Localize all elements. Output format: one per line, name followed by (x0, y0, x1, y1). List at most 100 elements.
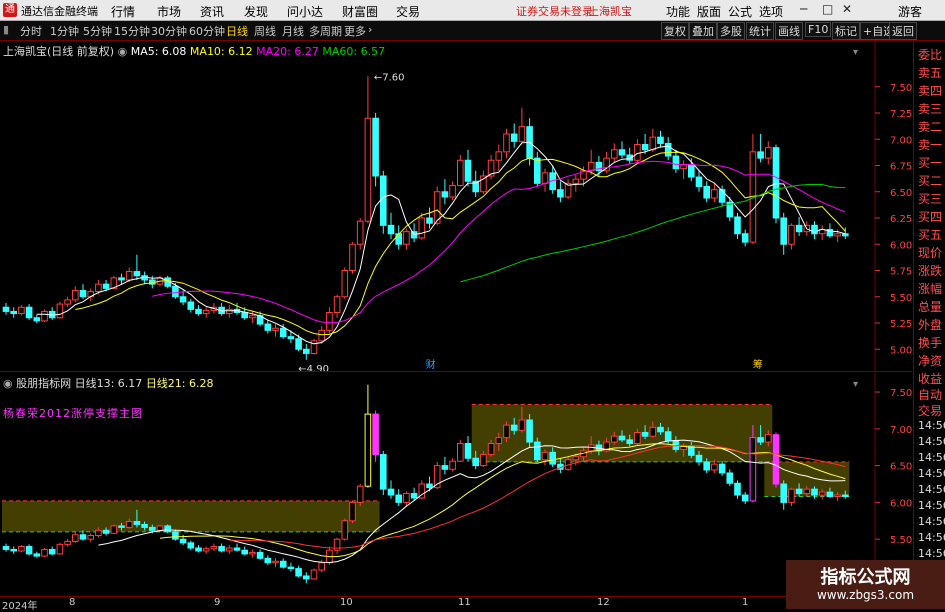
sub-legend: ◉ 股朋指标网 日线13: 6.17 日线21: 6.28 (3, 375, 214, 391)
menu-banmian[interactable]: 版面 (697, 3, 721, 20)
main-kline-chart[interactable]: 7.50 7.25 7.00 6.75 6.50 6.25 6.00 5.75 5.50 5.25… (0, 41, 912, 375)
menu-hangqing[interactable]: 行情 (111, 3, 135, 20)
period-weekly[interactable]: 周线 (254, 23, 276, 39)
side-quote-label[interactable]: 涨幅 (918, 280, 945, 297)
candle-body (95, 283, 102, 292)
maximize-icon[interactable]: □ (822, 2, 833, 16)
side-quote-label[interactable]: 买二 (918, 172, 945, 189)
tool-diejia[interactable]: 叠加 (689, 22, 717, 40)
period-1min[interactable]: 1分钟 (50, 23, 79, 39)
tool-biaoji[interactable]: 标记 (832, 22, 860, 40)
side-quote-label[interactable]: 卖二 (918, 118, 945, 135)
side-trade-time: 14:56 (918, 467, 945, 480)
side-quote-label[interactable]: 委比 (918, 46, 945, 63)
period-30min[interactable]: 30分钟 (151, 23, 187, 39)
legend-toggle-icon[interactable]: ◉ (118, 45, 128, 58)
period-60min[interactable]: 60分钟 (189, 23, 225, 39)
menu-caifuquan[interactable]: 财富圈 (342, 3, 378, 20)
menu-zixun[interactable]: 资讯 (200, 3, 224, 20)
candle-body (110, 525, 118, 534)
date-oct: 10 (340, 597, 353, 608)
side-trade-time: 14:56 (918, 499, 945, 512)
candle-body (795, 488, 803, 495)
user-guest[interactable]: 游客 (898, 3, 922, 20)
candle-body (410, 493, 418, 499)
legend-ma5: MA5: 6.08 (130, 45, 187, 58)
candle-body (718, 189, 726, 203)
side-quote-label[interactable]: 换手 (918, 334, 945, 351)
tool-huaxian[interactable]: 画线 (775, 22, 803, 40)
axis-tick-label: 7.00 (890, 425, 912, 436)
side-quote-label[interactable]: 现价 (918, 244, 945, 261)
side-quote-label[interactable]: 卖四 (918, 82, 945, 99)
period-daily[interactable]: 日线 (226, 23, 248, 39)
candle-body (672, 155, 680, 170)
side-quote-label[interactable]: 收益 (918, 370, 945, 387)
side-quote-label[interactable]: 外盘 (918, 316, 945, 333)
tool-back[interactable]: 返回 (889, 22, 917, 40)
axis-tick-label: 6.25 (890, 214, 912, 225)
more-chevron-icon[interactable]: › (368, 23, 372, 36)
candle-body (649, 136, 657, 151)
side-quote-label[interactable]: 卖五 (918, 64, 945, 81)
menu-gongshi[interactable]: 公式 (728, 3, 752, 20)
menu-shichang[interactable]: 市场 (157, 3, 181, 20)
period-more[interactable]: 更多 (344, 23, 366, 39)
side-quote-label[interactable]: 净资 (918, 352, 945, 369)
side-auto-trade-label[interactable]: 自动 (918, 386, 945, 403)
candle-body (657, 426, 664, 433)
chip-marker: 筹 (753, 358, 763, 371)
tool-tongji[interactable]: 统计 (746, 22, 774, 40)
app-logo-icon: 通 (3, 3, 17, 17)
candle-body (495, 151, 503, 161)
menu-gongneng[interactable]: 功能 (666, 3, 690, 20)
menu-jiaoyi[interactable]: 交易 (396, 3, 420, 20)
side-auto-trade-label[interactable]: 交易 (918, 402, 945, 419)
period-multi[interactable]: 多周期 (309, 23, 342, 39)
candle-body (33, 553, 41, 557)
side-quote-label[interactable]: 买三 (918, 190, 945, 207)
period-fenshi[interactable]: 分时 (20, 23, 42, 39)
close-icon[interactable]: ✕ (842, 2, 852, 16)
side-quote-label[interactable]: 买四 (918, 208, 945, 225)
candle-body (503, 133, 510, 153)
period-monthly[interactable]: 月线 (282, 23, 304, 39)
candle-body (333, 296, 341, 313)
period-5min[interactable]: 5分钟 (83, 23, 112, 39)
menu-faxian[interactable]: 发现 (244, 3, 268, 20)
candle-body (2, 306, 10, 312)
side-quote-label[interactable]: 买一 (918, 154, 945, 171)
candle-body (664, 431, 672, 442)
main-kline-panel[interactable]: 7.50 7.25 7.00 6.75 6.50 6.25 6.00 5.75 5.50 5.25… (0, 41, 912, 375)
notice-stock-name[interactable]: 上海凯宝 (588, 3, 632, 19)
tool-fuquan[interactable]: 复权 (661, 22, 689, 40)
axis-tick-label: 6.00 (890, 240, 912, 251)
minimize-icon[interactable]: ─ (800, 2, 807, 16)
side-quote-label[interactable]: 卖三 (918, 100, 945, 117)
candle-body (541, 451, 549, 461)
menu-xuanxiang[interactable]: 选项 (759, 3, 783, 20)
candle-body (172, 285, 179, 298)
indicator-author-label: 杨春荣2012涨停支撑主图 (3, 407, 143, 420)
trade-login-notice[interactable]: 证券交易未登录 (516, 3, 593, 19)
menu-wenxiaoda[interactable]: 问小达 (287, 3, 323, 20)
period-15min[interactable]: 15分钟 (114, 23, 150, 39)
date-2024: 2024年 (2, 601, 38, 612)
candle-body (41, 310, 48, 322)
tool-duogu[interactable]: 多股 (717, 22, 745, 40)
side-quote-label[interactable]: 总量 (918, 298, 945, 315)
candle-body (33, 317, 41, 322)
candle-body (487, 443, 495, 456)
axis-tick-label: 5.25 (890, 319, 912, 330)
candle-body (133, 521, 141, 525)
top-menu-bar: 通 通达信金融终端 行情 市场 资讯 发现 问小达 财富圈 交易 证券交易未登录… (0, 0, 945, 21)
candle-body (133, 271, 141, 277)
indicator-panel[interactable]: 7.50 7.00 6.50 6.00 5.50 ▾ ◉ 股朋指标网 日线13: 6.17… (0, 373, 912, 595)
candle-body (788, 224, 795, 245)
side-quote-label[interactable]: 卖一 (918, 136, 945, 153)
tool-f10[interactable]: F10 (805, 22, 832, 37)
sub-legend-toggle-icon[interactable]: ◉ (3, 377, 13, 390)
side-quote-label[interactable]: 涨跌 (918, 262, 945, 279)
candle-body (711, 463, 718, 471)
side-quote-label[interactable]: 买五 (918, 226, 945, 243)
